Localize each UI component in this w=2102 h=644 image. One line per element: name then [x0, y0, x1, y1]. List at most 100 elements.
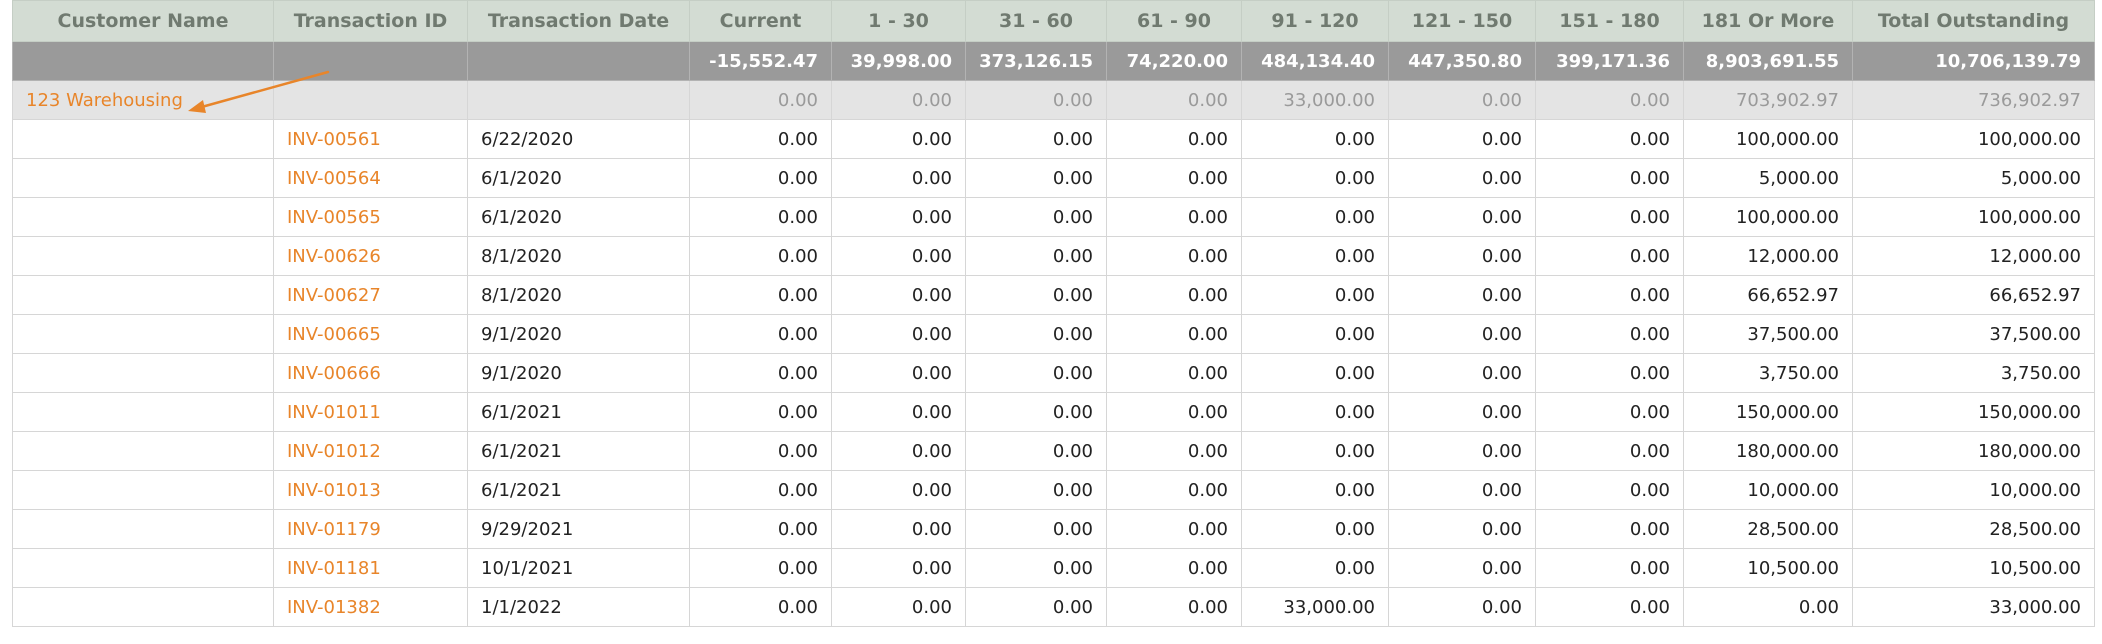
- group-121-150: 0.00: [1388, 80, 1536, 120]
- customer-cell-empty: [12, 587, 274, 627]
- column-header-151-180[interactable]: 151 - 180: [1535, 0, 1684, 42]
- amount-1-30: 0.00: [831, 119, 966, 159]
- amount-31-60: 0.00: [965, 197, 1107, 237]
- transaction-date: 6/1/2021: [467, 392, 690, 432]
- customer-group-row: 123 Warehousing 0.00 0.00 0.00 0.00 33,0…: [12, 80, 2095, 120]
- column-header-customer-name[interactable]: Customer Name: [12, 0, 274, 42]
- column-header-current[interactable]: Current: [689, 0, 832, 42]
- column-header-31-60[interactable]: 31 - 60: [965, 0, 1107, 42]
- amount-91-120: 0.00: [1241, 392, 1389, 432]
- amount-total-outstanding: 12,000.00: [1852, 236, 2095, 276]
- amount-current: 0.00: [689, 314, 832, 354]
- amount-1-30: 0.00: [831, 392, 966, 432]
- aging-table: Customer Name Transaction ID Transaction…: [12, 0, 2095, 627]
- amount-current: 0.00: [689, 587, 832, 627]
- amount-121-150: 0.00: [1388, 197, 1536, 237]
- amount-181-or-more: 3,750.00: [1683, 353, 1853, 393]
- amount-121-150: 0.00: [1388, 236, 1536, 276]
- amount-31-60: 0.00: [965, 314, 1107, 354]
- amount-31-60: 0.00: [965, 470, 1107, 510]
- column-header-transaction-id[interactable]: Transaction ID: [273, 0, 468, 42]
- amount-181-or-more: 100,000.00: [1683, 119, 1853, 159]
- amount-181-or-more: 12,000.00: [1683, 236, 1853, 276]
- transaction-id-link[interactable]: INV-01011: [273, 392, 468, 432]
- amount-current: 0.00: [689, 197, 832, 237]
- aging-report: Customer Name Transaction ID Transaction…: [0, 0, 2102, 644]
- table-row: INV-00565 6/1/2020 0.00 0.00 0.00 0.00 0.00 0.0…: [12, 197, 2095, 237]
- column-header-transaction-date[interactable]: Transaction Date: [467, 0, 690, 42]
- transaction-id-link[interactable]: INV-00564: [273, 158, 468, 198]
- transaction-id-link[interactable]: INV-00627: [273, 275, 468, 315]
- column-header-181-or-more[interactable]: 181 Or More: [1683, 0, 1853, 42]
- amount-181-or-more: 28,500.00: [1683, 509, 1853, 549]
- amount-151-180: 0.00: [1535, 509, 1684, 549]
- transaction-id-link[interactable]: INV-01012: [273, 431, 468, 471]
- amount-121-150: 0.00: [1388, 392, 1536, 432]
- table-row: INV-00666 9/1/2020 0.00 0.00 0.00 0.00 0.00 0.0…: [12, 353, 2095, 393]
- amount-61-90: 0.00: [1106, 392, 1242, 432]
- amount-151-180: 0.00: [1535, 587, 1684, 627]
- transaction-date: 10/1/2021: [467, 548, 690, 588]
- total-61-90: 74,220.00: [1106, 41, 1242, 81]
- customer-cell-empty: [12, 509, 274, 549]
- total-1-30: 39,998.00: [831, 41, 966, 81]
- amount-91-120: 0.00: [1241, 119, 1389, 159]
- amount-31-60: 0.00: [965, 392, 1107, 432]
- total-31-60: 373,126.15: [965, 41, 1107, 81]
- group-cell-empty: [467, 80, 690, 120]
- amount-151-180: 0.00: [1535, 353, 1684, 393]
- customer-cell-empty: [12, 275, 274, 315]
- total-cell-empty: [273, 41, 468, 81]
- group-cell-empty: [273, 80, 468, 120]
- transaction-id-link[interactable]: INV-01179: [273, 509, 468, 549]
- amount-121-150: 0.00: [1388, 587, 1536, 627]
- amount-121-150: 0.00: [1388, 470, 1536, 510]
- amount-91-120: 0.00: [1241, 470, 1389, 510]
- group-181-or-more: 703,902.97: [1683, 80, 1853, 120]
- customer-name-link[interactable]: 123 Warehousing: [12, 80, 274, 120]
- transaction-id-link[interactable]: INV-01013: [273, 470, 468, 510]
- customer-cell-empty: [12, 119, 274, 159]
- amount-31-60: 0.00: [965, 509, 1107, 549]
- total-151-180: 399,171.36: [1535, 41, 1684, 81]
- amount-61-90: 0.00: [1106, 314, 1242, 354]
- amount-31-60: 0.00: [965, 119, 1107, 159]
- column-header-91-120[interactable]: 91 - 120: [1241, 0, 1389, 42]
- amount-31-60: 0.00: [965, 587, 1107, 627]
- transaction-id-link[interactable]: INV-01382: [273, 587, 468, 627]
- transaction-id-link[interactable]: INV-01181: [273, 548, 468, 588]
- transaction-id-link[interactable]: INV-00665: [273, 314, 468, 354]
- column-header-total-outstanding[interactable]: Total Outstanding: [1852, 0, 2095, 42]
- group-61-90: 0.00: [1106, 80, 1242, 120]
- amount-151-180: 0.00: [1535, 314, 1684, 354]
- transaction-id-link[interactable]: INV-00666: [273, 353, 468, 393]
- table-row: INV-01181 10/1/2021 0.00 0.00 0.00 0.00 0.00 0.…: [12, 548, 2095, 588]
- amount-total-outstanding: 5,000.00: [1852, 158, 2095, 198]
- amount-121-150: 0.00: [1388, 353, 1536, 393]
- amount-31-60: 0.00: [965, 353, 1107, 393]
- amount-1-30: 0.00: [831, 587, 966, 627]
- column-header-121-150[interactable]: 121 - 150: [1388, 0, 1536, 42]
- transaction-date: 6/1/2021: [467, 431, 690, 471]
- customer-cell-empty: [12, 314, 274, 354]
- table-row: INV-01011 6/1/2021 0.00 0.00 0.00 0.00 0.00 0.0…: [12, 392, 2095, 432]
- amount-181-or-more: 10,500.00: [1683, 548, 1853, 588]
- transaction-id-link[interactable]: INV-00561: [273, 119, 468, 159]
- table-row: INV-00564 6/1/2020 0.00 0.00 0.00 0.00 0.00 0.0…: [12, 158, 2095, 198]
- transaction-date: 8/1/2020: [467, 275, 690, 315]
- table-row: INV-00561 6/22/2020 0.00 0.00 0.00 0.00 0.00 0.…: [12, 119, 2095, 159]
- amount-61-90: 0.00: [1106, 236, 1242, 276]
- amount-1-30: 0.00: [831, 431, 966, 471]
- column-header-1-30[interactable]: 1 - 30: [831, 0, 966, 42]
- transaction-id-link[interactable]: INV-00626: [273, 236, 468, 276]
- amount-61-90: 0.00: [1106, 119, 1242, 159]
- transaction-id-link[interactable]: INV-00565: [273, 197, 468, 237]
- amount-1-30: 0.00: [831, 275, 966, 315]
- group-91-120: 33,000.00: [1241, 80, 1389, 120]
- amount-total-outstanding: 10,000.00: [1852, 470, 2095, 510]
- amount-151-180: 0.00: [1535, 158, 1684, 198]
- amount-61-90: 0.00: [1106, 197, 1242, 237]
- amount-31-60: 0.00: [965, 548, 1107, 588]
- amount-91-120: 0.00: [1241, 158, 1389, 198]
- column-header-61-90[interactable]: 61 - 90: [1106, 0, 1242, 42]
